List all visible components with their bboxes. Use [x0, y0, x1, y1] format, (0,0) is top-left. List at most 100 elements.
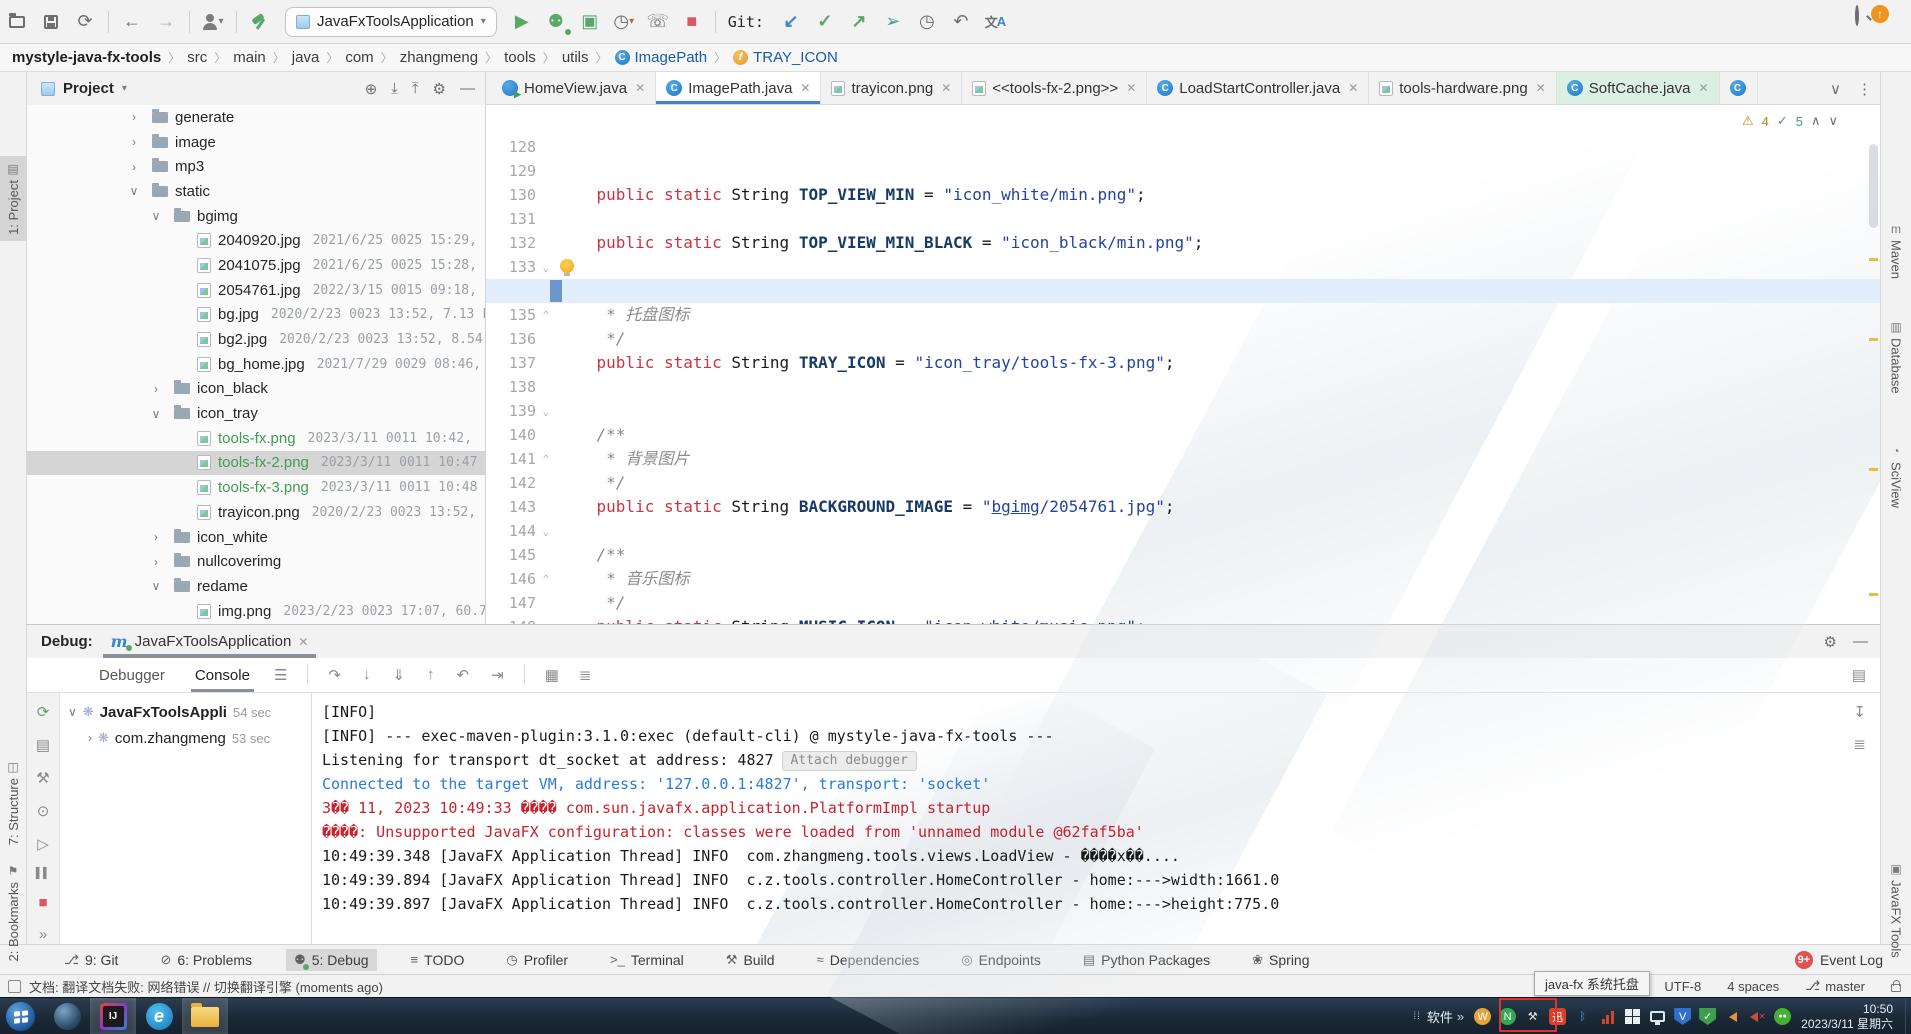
status-message[interactable]: 文档: 翻译文档失败: 网络错误 // 切换翻译引擎 (moments ago): [29, 977, 383, 996]
stop-button[interactable]: ■: [675, 7, 709, 37]
wps-tray-icon[interactable]: W: [1474, 1008, 1491, 1025]
breadcrumb-item[interactable]: mystyle-java-fx-tools 〉: [12, 49, 187, 66]
editor-tab[interactable]: HomeView.java ✕: [492, 72, 656, 104]
stop-process[interactable]: ■: [38, 894, 47, 911]
attach-debugger-chip[interactable]: Attach debugger: [782, 751, 917, 771]
tool-window-button----problems[interactable]: ⊘ 6: Problems: [152, 949, 260, 971]
debug-step-icon[interactable]: ↓: [363, 666, 371, 684]
view-breakpoints[interactable]: ⊙: [37, 802, 50, 820]
signal-tray-icon[interactable]: [1599, 1008, 1616, 1025]
show-desktop-button[interactable]: [1905, 998, 1911, 1034]
code-line[interactable]: 144 * 音乐图标: [486, 495, 1880, 519]
translate-button[interactable]: 文A: [978, 7, 1012, 37]
tree-row[interactable]: tools-fx-2.png 2023/3/11 0011 10:47: [27, 451, 485, 476]
debug-console[interactable]: [INFO][INFO] --- exec-maven-plugin:3.1.0…: [312, 693, 1880, 944]
edge-browser-app[interactable]: e: [136, 998, 182, 1034]
ide-update-icon[interactable]: ↑: [1871, 5, 1889, 23]
tree-row[interactable]: › icon_black: [27, 377, 485, 402]
debug-view-tab[interactable]: Console: [191, 662, 254, 689]
event-log-button[interactable]: 9+ Event Log: [1795, 951, 1883, 969]
forward-icon[interactable]: →: [149, 7, 183, 37]
debug-step-icon[interactable]: ↶: [457, 666, 470, 684]
code-line[interactable]: 145 ⌃ */: [486, 519, 1880, 543]
session-tree-row[interactable]: › ❋ com.zhangmeng 53 sec: [60, 725, 311, 751]
pause-program[interactable]: ▌▌: [36, 868, 50, 879]
tool-window-button----debug[interactable]: ⚉ 5: Debug: [286, 949, 376, 971]
tree-chevron-icon[interactable]: ›: [149, 382, 163, 396]
intention-bulb-icon[interactable]: [560, 259, 574, 273]
sync-refresh-icon[interactable]: ⟳: [68, 7, 102, 37]
tool-window-stripe-button[interactable]: ▤ 1: Project: [0, 156, 26, 241]
git-commit-button[interactable]: ✓: [808, 7, 842, 37]
profile-user-icon[interactable]: ▾: [196, 7, 230, 37]
project-panel-title[interactable]: Project: [63, 80, 114, 97]
thread-dump[interactable]: ▤: [36, 736, 50, 754]
tree-chevron-icon[interactable]: ›: [149, 530, 163, 544]
tree-row[interactable]: 2054761.jpg 2022/3/15 0015 09:18, 59: [27, 278, 485, 303]
breadcrumb-item[interactable]: C ImagePath 〉: [615, 49, 734, 66]
code-line[interactable]: 137: [486, 327, 1880, 351]
code-line[interactable]: 138 ⌄ /**: [486, 351, 1880, 375]
breadcrumb-item[interactable]: src 〉: [187, 49, 233, 66]
tree-chevron-icon[interactable]: ›: [127, 110, 141, 124]
debug-settings[interactable]: ⚒: [36, 769, 49, 787]
wechat-tray-icon[interactable]: ●●: [1774, 1008, 1791, 1025]
tree-row[interactable]: bg.jpg 2020/2/23 0023 13:52, 7.13 kB: [27, 303, 485, 328]
code-line[interactable]: 129: [486, 135, 1880, 159]
code-line[interactable]: 132 ⌄ /**: [486, 207, 1880, 231]
security-shield-tray-icon[interactable]: V: [1674, 1008, 1691, 1025]
encoding-indicator[interactable]: UTF-8: [1664, 979, 1701, 994]
code-line[interactable]: 147: [486, 567, 1880, 591]
search-everywhere-icon[interactable]: [1855, 7, 1859, 24]
open-file-icon[interactable]: [0, 7, 34, 37]
tab-close-icon[interactable]: ✕: [1698, 81, 1708, 95]
soft-wrap-icon[interactable]: ↧: [1853, 703, 1866, 721]
run-configuration-select[interactable]: JavaFxToolsApplication ▾: [285, 7, 497, 37]
tool-window-button-spring[interactable]: ❀ Spring: [1244, 949, 1317, 971]
rerun-debug[interactable]: ⟳: [37, 703, 50, 721]
tab-close-icon[interactable]: ✕: [1536, 81, 1546, 95]
debug-toolbar-more-icon[interactable]: ▤: [1852, 666, 1866, 684]
code-line[interactable]: 140 ⌃ */: [486, 399, 1880, 423]
debug-session-tab[interactable]: m JavaFxToolsApplication ✕: [103, 625, 317, 658]
tab-close-icon[interactable]: ✕: [1348, 81, 1358, 95]
tool-window-button-python-packages[interactable]: ▤ Python Packages: [1075, 949, 1218, 971]
editor-scrollbar[interactable]: [1867, 138, 1880, 624]
tree-row[interactable]: 2041075.jpg 2021/6/25 0025 15:28, 87: [27, 253, 485, 278]
scrollbar-thumb[interactable]: [1869, 144, 1878, 228]
breadcrumb-item[interactable]: zhangmeng 〉: [400, 49, 504, 66]
tree-row[interactable]: ∨ static: [27, 179, 485, 204]
dropdown-arrow-icon[interactable]: ▾: [122, 83, 127, 94]
layout-settings-icon[interactable]: ≣: [579, 666, 592, 684]
tree-chevron-icon[interactable]: ›: [88, 731, 92, 745]
scroll-to-end-icon[interactable]: ≣: [1853, 735, 1866, 753]
tree-row[interactable]: tools-fx.png 2023/3/11 0011 10:42,: [27, 426, 485, 451]
code-line[interactable]: 133 * 托盘图标: [486, 231, 1880, 255]
settings-gear-icon[interactable]: ⚙: [433, 80, 446, 98]
code-line[interactable]: 134 ⌃ */: [486, 255, 1880, 279]
tool-window-button-terminal[interactable]: >_ Terminal: [602, 949, 692, 971]
editor-tab[interactable]: <<tools-fx-2.png>> ✕: [962, 72, 1147, 104]
tree-chevron-icon[interactable]: ∨: [149, 579, 163, 593]
bluetooth-tray-icon[interactable]: ᛒ: [1574, 1008, 1591, 1025]
editor-tab[interactable]: tools-hardware.png ✕: [1369, 72, 1556, 104]
resume-program[interactable]: ▷: [37, 835, 49, 853]
tool-window-stripe-button[interactable]: m Maven: [1881, 222, 1911, 279]
prev-issue-icon[interactable]: ∧: [1811, 113, 1821, 129]
tool-window-button-profiler[interactable]: ◷ Profiler: [498, 949, 576, 971]
breadcrumb-item[interactable]: main 〉: [233, 49, 292, 66]
code-line[interactable]: 130 public static String TOP_VIEW_MIN_BL…: [486, 159, 1880, 183]
tree-row[interactable]: bg2.jpg 2020/2/23 0023 13:52, 8.54 k: [27, 327, 485, 352]
git-history-button[interactable]: ◷: [910, 7, 944, 37]
breadcrumb-item[interactable]: com 〉: [345, 49, 399, 66]
debug-layout-list-icon[interactable]: ☰: [274, 666, 287, 684]
taskbar-clock[interactable]: 10:50 2023/3/11 星期六: [1801, 1002, 1893, 1032]
tool-window-stripe-button[interactable]: ▣ JavaFX Tools: [1881, 862, 1911, 958]
tree-row[interactable]: ∨ bgimg: [27, 204, 485, 229]
session-close-icon[interactable]: ✕: [298, 635, 308, 649]
editor-tab[interactable]: C LoadStartController.java ✕: [1147, 72, 1369, 104]
debug-button[interactable]: ⚉: [539, 7, 573, 37]
tree-row[interactable]: › nullcoverimg: [27, 549, 485, 574]
start-button[interactable]: [6, 1002, 35, 1031]
debug-hide-icon[interactable]: —: [1853, 633, 1868, 651]
